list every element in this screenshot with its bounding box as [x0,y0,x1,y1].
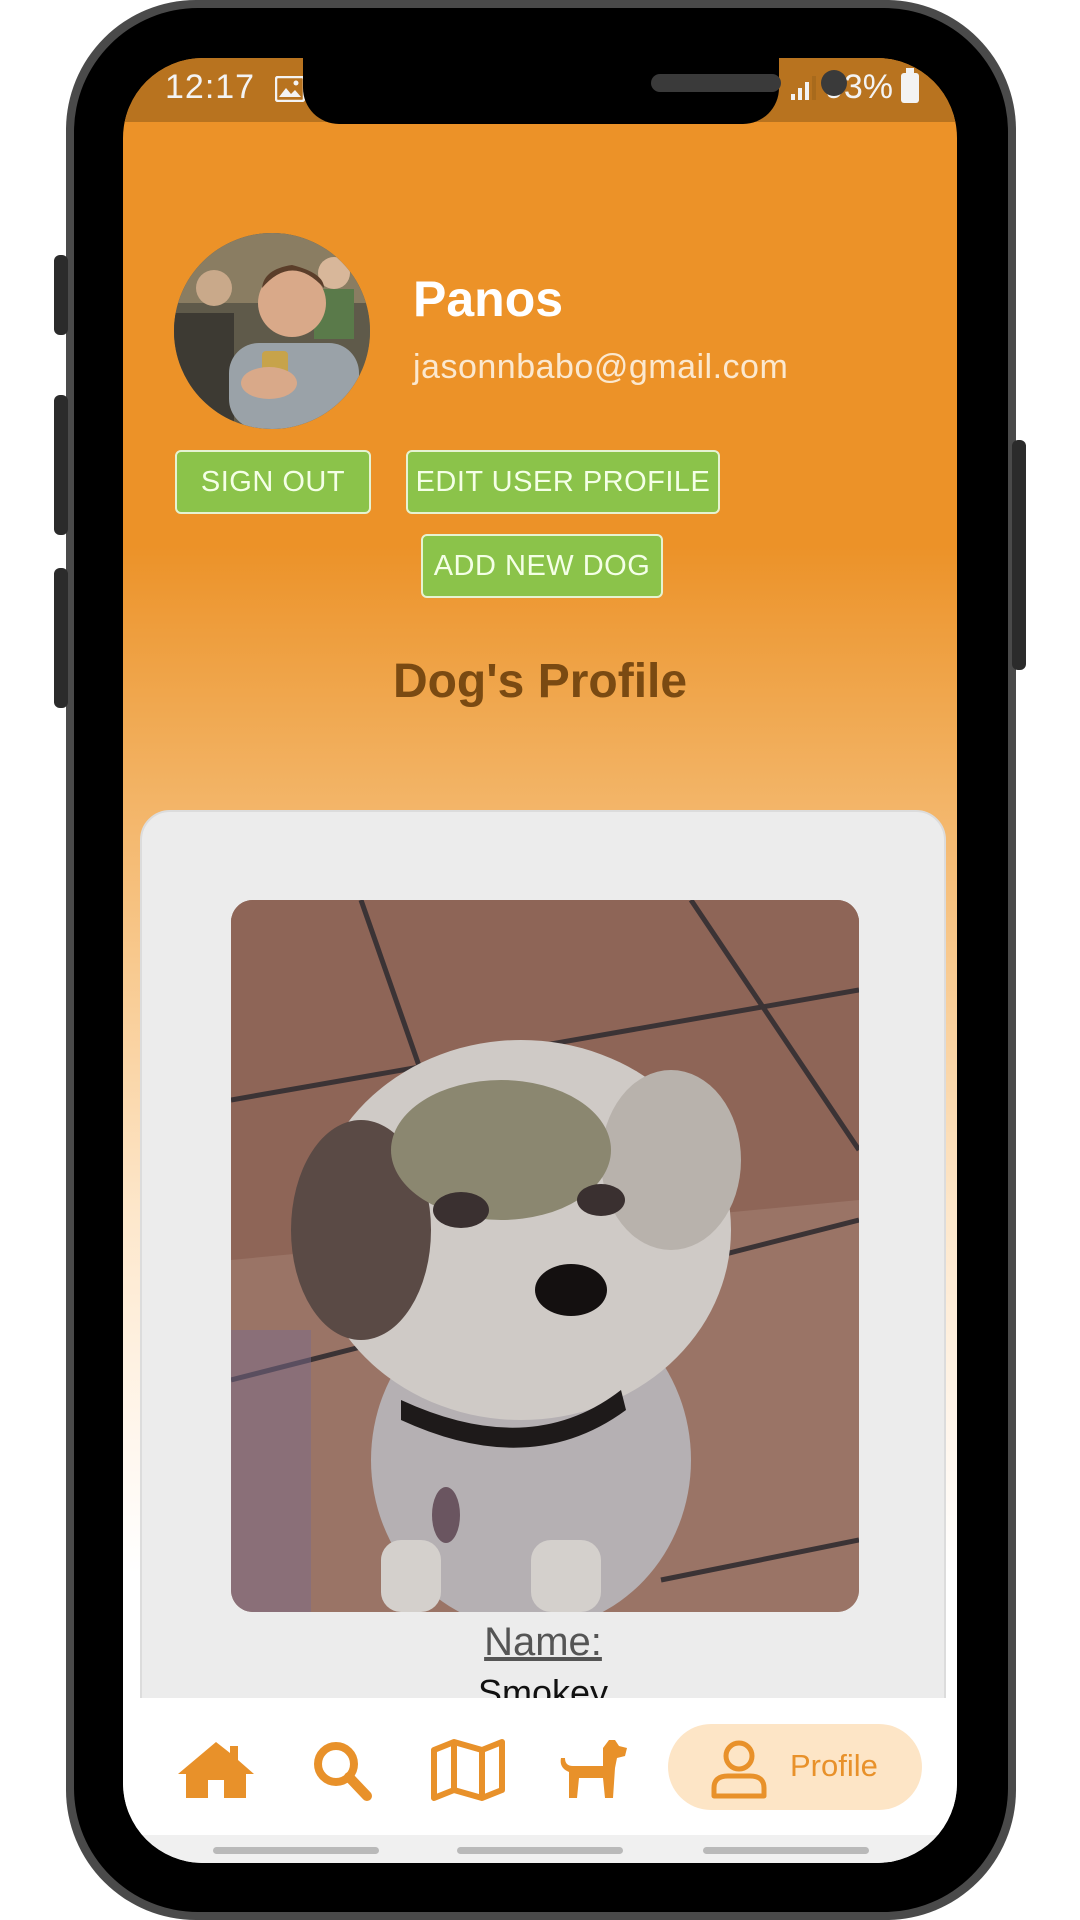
bottom-nav: Profile [123,1698,957,1835]
home-icon [178,1742,254,1798]
dog-icon [560,1740,627,1798]
nav-profile-label: Profile [790,1748,878,1783]
nav-home[interactable] [176,1738,256,1802]
speaker-grille [651,74,781,92]
image-notification-icon [275,76,305,102]
gesture-home[interactable] [457,1847,623,1854]
search-icon [314,1742,372,1801]
battery-icon [901,67,919,103]
system-gesture-bar [123,1835,957,1863]
status-time: 12:17 [165,68,256,106]
app-screen: 12:17 93% Panos jasonnbabo@gmail.com SIG… [123,58,957,1863]
avatar-photo [174,233,370,429]
user-avatar [174,233,370,429]
dog-profile-card: Name: Smokey [140,810,946,1770]
profile-icon [711,1740,767,1799]
sign-out-button[interactable]: SIGN OUT [175,450,371,514]
section-title: Dog's Profile [392,655,688,708]
camera-notch [303,58,847,124]
dog-name-label: Name: [484,1620,602,1664]
phone-volume-down-button [54,568,68,708]
signal-icon [790,75,816,100]
nav-profile[interactable]: Profile [668,1724,922,1810]
nav-search[interactable] [303,1738,383,1802]
edit-user-profile-button[interactable]: EDIT USER PROFILE [406,450,720,514]
dog-photo-image [231,900,859,1612]
map-icon [431,1739,505,1801]
nav-map[interactable] [428,1738,508,1802]
nav-dogs[interactable] [553,1738,633,1802]
status-right-group: 93% [789,67,919,107]
phone-power-button [1012,440,1026,670]
phone-volume-up-button [54,395,68,535]
front-camera [821,70,847,96]
gesture-recents[interactable] [213,1847,379,1854]
user-email: jasonnbabo@gmail.com [413,348,789,386]
gesture-back[interactable] [703,1847,869,1854]
add-new-dog-button[interactable]: ADD NEW DOG [421,534,663,598]
phone-action-button [54,255,68,335]
user-name: Panos [413,271,564,327]
dog-photo[interactable] [231,900,859,1612]
